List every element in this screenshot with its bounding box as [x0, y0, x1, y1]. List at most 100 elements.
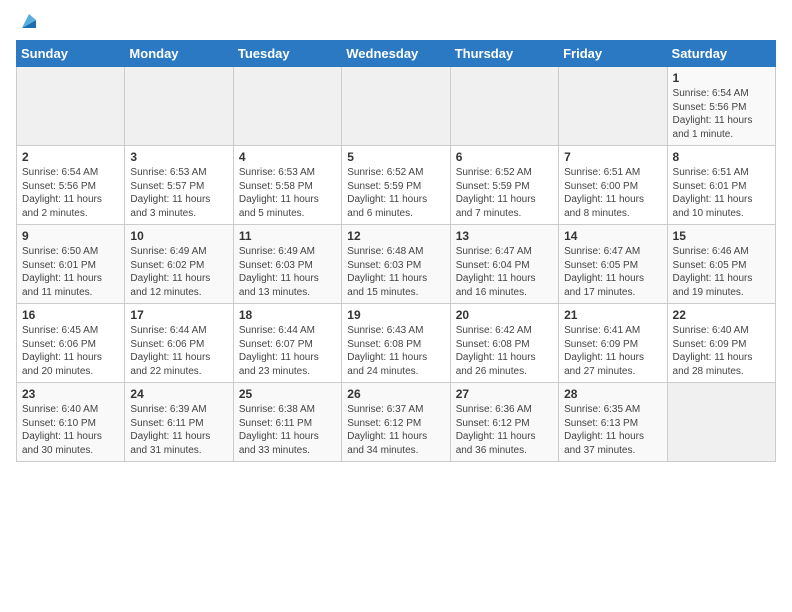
- day-info: Sunrise: 6:49 AM Sunset: 6:02 PM Dayligh…: [130, 245, 227, 299]
- logo-icon: [18, 10, 40, 32]
- day-number: 5: [347, 150, 444, 164]
- day-number: 6: [456, 150, 553, 164]
- calendar-cell: 12 Sunrise: 6:48 AM Sunset: 6:03 PM Dayli…: [342, 225, 450, 304]
- calendar-cell: 1Sunrise: 6:54 AM Sunset: 5:56 PM Daylig…: [667, 67, 775, 146]
- day-number: 24: [130, 387, 227, 401]
- calendar-cell: [667, 383, 775, 462]
- day-number: 22: [673, 308, 770, 322]
- day-number: 4: [239, 150, 336, 164]
- col-header-sunday: Sunday: [17, 41, 125, 67]
- day-info: Sunrise: 6:54 AM Sunset: 5:56 PM Dayligh…: [22, 166, 119, 220]
- day-info: Sunrise: 6:36 AM Sunset: 6:12 PM Dayligh…: [456, 403, 553, 457]
- day-number: 7: [564, 150, 661, 164]
- calendar-cell: 21 Sunrise: 6:41 AM Sunset: 6:09 PM Dayli…: [559, 304, 667, 383]
- day-number: 13: [456, 229, 553, 243]
- day-info: Sunrise: 6:47 AM Sunset: 6:04 PM Dayligh…: [456, 245, 553, 299]
- calendar-cell: 5 Sunrise: 6:52 AM Sunset: 5:59 PM Daylig…: [342, 146, 450, 225]
- day-info: Sunrise: 6:49 AM Sunset: 6:03 PM Dayligh…: [239, 245, 336, 299]
- calendar-cell: [125, 67, 233, 146]
- day-info: Sunrise: 6:41 AM Sunset: 6:09 PM Dayligh…: [564, 324, 661, 378]
- col-header-wednesday: Wednesday: [342, 41, 450, 67]
- day-number: 16: [22, 308, 119, 322]
- calendar-cell: 18Sunrise: 6:44 AM Sunset: 6:07 PM Dayli…: [233, 304, 341, 383]
- calendar-cell: 2 Sunrise: 6:54 AM Sunset: 5:56 PM Daylig…: [17, 146, 125, 225]
- day-info: Sunrise: 6:53 AM Sunset: 5:58 PM Dayligh…: [239, 166, 336, 220]
- day-info: Sunrise: 6:35 AM Sunset: 6:13 PM Dayligh…: [564, 403, 661, 457]
- calendar-header-row: SundayMondayTuesdayWednesdayThursdayFrid…: [17, 41, 776, 67]
- col-header-tuesday: Tuesday: [233, 41, 341, 67]
- day-info: Sunrise: 6:42 AM Sunset: 6:08 PM Dayligh…: [456, 324, 553, 378]
- day-info: Sunrise: 6:38 AM Sunset: 6:11 PM Dayligh…: [239, 403, 336, 457]
- calendar-cell: 7 Sunrise: 6:51 AM Sunset: 6:00 PM Daylig…: [559, 146, 667, 225]
- day-info: Sunrise: 6:40 AM Sunset: 6:09 PM Dayligh…: [673, 324, 770, 378]
- day-number: 8: [673, 150, 770, 164]
- day-info: Sunrise: 6:50 AM Sunset: 6:01 PM Dayligh…: [22, 245, 119, 299]
- day-info: Sunrise: 6:51 AM Sunset: 6:00 PM Dayligh…: [564, 166, 661, 220]
- calendar-cell: 14 Sunrise: 6:47 AM Sunset: 6:05 PM Dayli…: [559, 225, 667, 304]
- day-info: Sunrise: 6:39 AM Sunset: 6:11 PM Dayligh…: [130, 403, 227, 457]
- calendar-cell: [233, 67, 341, 146]
- calendar-week-row: 16 Sunrise: 6:45 AM Sunset: 6:06 PM Dayli…: [17, 304, 776, 383]
- day-number: 15: [673, 229, 770, 243]
- day-number: 10: [130, 229, 227, 243]
- day-number: 21: [564, 308, 661, 322]
- col-header-thursday: Thursday: [450, 41, 558, 67]
- calendar-cell: 15 Sunrise: 6:46 AM Sunset: 6:05 PM Dayli…: [667, 225, 775, 304]
- calendar-cell: 6 Sunrise: 6:52 AM Sunset: 5:59 PM Daylig…: [450, 146, 558, 225]
- calendar-cell: 19 Sunrise: 6:43 AM Sunset: 6:08 PM Dayli…: [342, 304, 450, 383]
- calendar-cell: [450, 67, 558, 146]
- logo: [16, 10, 40, 32]
- page: SundayMondayTuesdayWednesdayThursdayFrid…: [0, 0, 792, 478]
- day-info: Sunrise: 6:52 AM Sunset: 5:59 PM Dayligh…: [347, 166, 444, 220]
- day-number: 28: [564, 387, 661, 401]
- calendar-cell: 22 Sunrise: 6:40 AM Sunset: 6:09 PM Dayli…: [667, 304, 775, 383]
- day-info: Sunrise: 6:37 AM Sunset: 6:12 PM Dayligh…: [347, 403, 444, 457]
- calendar-cell: 9Sunrise: 6:50 AM Sunset: 6:01 PM Daylig…: [17, 225, 125, 304]
- day-info: Sunrise: 6:44 AM Sunset: 6:06 PM Dayligh…: [130, 324, 227, 378]
- calendar-cell: 23 Sunrise: 6:40 AM Sunset: 6:10 PM Dayli…: [17, 383, 125, 462]
- day-number: 19: [347, 308, 444, 322]
- calendar-week-row: 1Sunrise: 6:54 AM Sunset: 5:56 PM Daylig…: [17, 67, 776, 146]
- day-info: Sunrise: 6:48 AM Sunset: 6:03 PM Dayligh…: [347, 245, 444, 299]
- calendar-cell: 20 Sunrise: 6:42 AM Sunset: 6:08 PM Dayli…: [450, 304, 558, 383]
- day-number: 23: [22, 387, 119, 401]
- day-info: Sunrise: 6:45 AM Sunset: 6:06 PM Dayligh…: [22, 324, 119, 378]
- day-info: Sunrise: 6:43 AM Sunset: 6:08 PM Dayligh…: [347, 324, 444, 378]
- day-info: Sunrise: 6:51 AM Sunset: 6:01 PM Dayligh…: [673, 166, 770, 220]
- day-info: Sunrise: 6:52 AM Sunset: 5:59 PM Dayligh…: [456, 166, 553, 220]
- calendar-cell: 27Sunrise: 6:36 AM Sunset: 6:12 PM Dayli…: [450, 383, 558, 462]
- calendar-cell: 24 Sunrise: 6:39 AM Sunset: 6:11 PM Dayli…: [125, 383, 233, 462]
- calendar-cell: 25 Sunrise: 6:38 AM Sunset: 6:11 PM Dayli…: [233, 383, 341, 462]
- col-header-saturday: Saturday: [667, 41, 775, 67]
- day-info: Sunrise: 6:54 AM Sunset: 5:56 PM Dayligh…: [673, 87, 770, 141]
- calendar-cell: 8 Sunrise: 6:51 AM Sunset: 6:01 PM Daylig…: [667, 146, 775, 225]
- calendar-week-row: 2 Sunrise: 6:54 AM Sunset: 5:56 PM Daylig…: [17, 146, 776, 225]
- day-number: 25: [239, 387, 336, 401]
- calendar-cell: [342, 67, 450, 146]
- calendar-cell: 16 Sunrise: 6:45 AM Sunset: 6:06 PM Dayli…: [17, 304, 125, 383]
- col-header-monday: Monday: [125, 41, 233, 67]
- calendar-cell: 17 Sunrise: 6:44 AM Sunset: 6:06 PM Dayli…: [125, 304, 233, 383]
- calendar-cell: 10 Sunrise: 6:49 AM Sunset: 6:02 PM Dayli…: [125, 225, 233, 304]
- calendar-cell: 26 Sunrise: 6:37 AM Sunset: 6:12 PM Dayli…: [342, 383, 450, 462]
- day-number: 12: [347, 229, 444, 243]
- day-info: Sunrise: 6:44 AM Sunset: 6:07 PM Dayligh…: [239, 324, 336, 378]
- calendar-week-row: 23 Sunrise: 6:40 AM Sunset: 6:10 PM Dayli…: [17, 383, 776, 462]
- day-number: 14: [564, 229, 661, 243]
- calendar-cell: 11Sunrise: 6:49 AM Sunset: 6:03 PM Dayli…: [233, 225, 341, 304]
- day-number: 26: [347, 387, 444, 401]
- day-info: Sunrise: 6:47 AM Sunset: 6:05 PM Dayligh…: [564, 245, 661, 299]
- calendar-cell: [559, 67, 667, 146]
- day-info: Sunrise: 6:53 AM Sunset: 5:57 PM Dayligh…: [130, 166, 227, 220]
- calendar-cell: 4 Sunrise: 6:53 AM Sunset: 5:58 PM Daylig…: [233, 146, 341, 225]
- calendar-cell: 3Sunrise: 6:53 AM Sunset: 5:57 PM Daylig…: [125, 146, 233, 225]
- day-number: 17: [130, 308, 227, 322]
- header: [16, 10, 776, 32]
- day-info: Sunrise: 6:40 AM Sunset: 6:10 PM Dayligh…: [22, 403, 119, 457]
- day-info: Sunrise: 6:46 AM Sunset: 6:05 PM Dayligh…: [673, 245, 770, 299]
- day-number: 2: [22, 150, 119, 164]
- day-number: 20: [456, 308, 553, 322]
- calendar-cell: [17, 67, 125, 146]
- calendar-cell: 28 Sunrise: 6:35 AM Sunset: 6:13 PM Dayli…: [559, 383, 667, 462]
- calendar-week-row: 9Sunrise: 6:50 AM Sunset: 6:01 PM Daylig…: [17, 225, 776, 304]
